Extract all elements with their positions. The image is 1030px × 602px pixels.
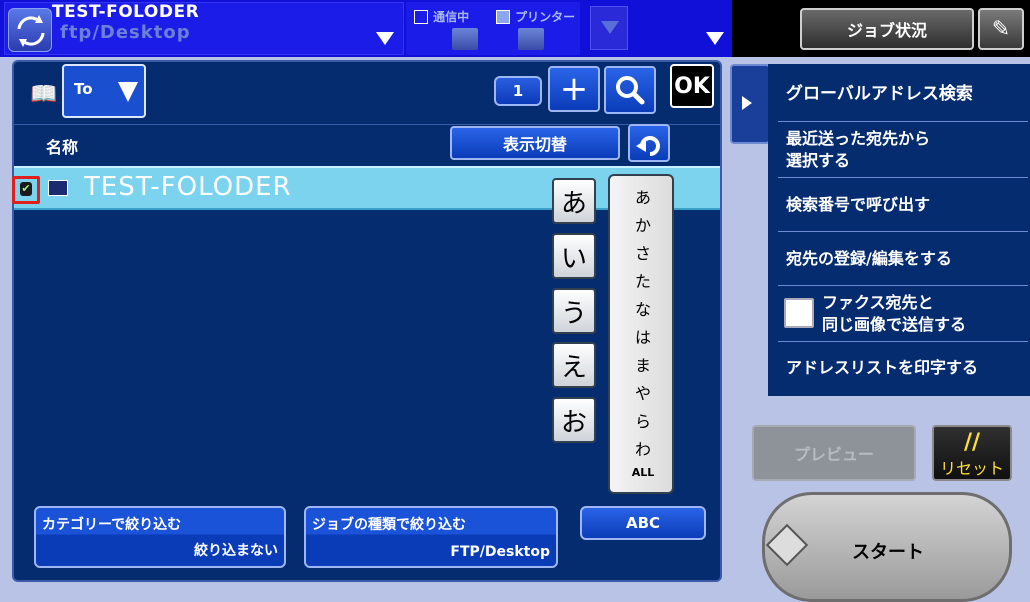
search-button[interactable] — [604, 66, 656, 114]
kana-key-e[interactable]: え — [552, 342, 596, 388]
fax-same-checkbox[interactable] — [784, 298, 814, 328]
side-item-register[interactable]: 宛先の登録/編集をする — [778, 232, 1028, 286]
undo-icon — [636, 136, 660, 156]
preview-button[interactable]: プレビュー — [752, 425, 916, 481]
kana-key-a[interactable]: あ — [552, 178, 596, 224]
kana-row-ma[interactable]: ま — [610, 352, 676, 376]
printer-icon — [518, 28, 544, 50]
side-item-print-list[interactable]: アドレスリストを印字する — [778, 342, 1028, 394]
category-filter-value: 絞り込まない — [194, 543, 278, 559]
job-status-button[interactable]: ジョブ状況 — [800, 8, 974, 50]
kana-row-ra[interactable]: ら — [610, 408, 676, 432]
start-label: スタート — [852, 542, 924, 563]
side-item-recent[interactable]: 最近送った宛先から 選択する — [778, 122, 1028, 178]
search-icon — [616, 76, 645, 105]
reset-button[interactable]: // リセット — [932, 425, 1012, 481]
status-comm: 通信中 — [414, 6, 469, 25]
abc-button[interactable]: ABC — [580, 506, 706, 540]
reset-label: リセット — [939, 459, 1004, 478]
chevron-down-icon[interactable] — [706, 32, 724, 45]
address-type-label: To — [74, 80, 93, 98]
kana-row-sa[interactable]: さ — [610, 240, 676, 264]
kana-row-selector[interactable]: あ か さ た な は ま や ら わ ALL — [608, 174, 674, 494]
job-type-filter-title: ジョブの種類で絞り込む — [312, 517, 466, 533]
ok-button[interactable]: OK — [670, 64, 714, 108]
kana-row-wa[interactable]: わ — [610, 436, 676, 460]
column-name: 名称 — [46, 138, 79, 157]
status-comm-check-icon — [414, 9, 428, 24]
kana-row-na[interactable]: な — [610, 296, 676, 320]
view-toggle-button[interactable]: 表示切替 — [450, 126, 620, 160]
kana-row-ha[interactable]: は — [610, 324, 676, 348]
side-item-fax-same[interactable]: ファクス宛先と 同じ画像で送信する — [778, 286, 1028, 342]
status-comm-label: 通信中 — [433, 10, 470, 24]
job-type-filter-value: FTP/Desktop — [450, 544, 550, 560]
add-button[interactable]: + — [548, 66, 600, 112]
address-book-icon: 📖 — [30, 82, 58, 107]
status-printer: プリンター — [496, 6, 575, 25]
kana-key-i[interactable]: い — [552, 233, 596, 279]
plus-icon: + — [559, 69, 589, 109]
kana-row-ya[interactable]: や — [610, 380, 676, 404]
check-icon: ✔ — [20, 182, 32, 196]
kana-row-ta[interactable]: た — [610, 268, 676, 292]
help-button[interactable]: ✎ — [978, 8, 1024, 50]
destination-sub: ftp/Desktop — [60, 22, 191, 43]
help-icon: ✎ — [991, 16, 1011, 42]
job-type-filter-button[interactable]: ジョブの種類で絞り込む FTP/Desktop — [304, 506, 558, 568]
kana-row-ka[interactable]: か — [610, 212, 676, 236]
kana-row-a[interactable]: あ — [610, 184, 676, 208]
chevron-down-icon — [118, 82, 138, 102]
category-filter-button[interactable]: カテゴリーで絞り込む 絞り込まない — [34, 506, 286, 568]
comm-icon — [452, 28, 478, 50]
side-item-global-search[interactable]: グローバルアドレス検索 — [778, 66, 1028, 122]
play-icon — [742, 96, 752, 110]
destination-title: TEST-FOLODER — [52, 2, 200, 22]
kana-row-all[interactable]: ALL — [610, 466, 676, 479]
status-dropdown[interactable] — [590, 6, 628, 50]
side-item-search-number[interactable]: 検索番号で呼び出す — [778, 178, 1028, 232]
ftp-folder-icon — [48, 180, 68, 196]
list-item-name: TEST-FOLODER — [84, 172, 292, 202]
undo-button[interactable] — [628, 124, 670, 162]
status-printer-label: プリンター — [515, 10, 576, 24]
reset-icon: // — [963, 430, 981, 455]
status-printer-check-icon — [496, 9, 510, 24]
selected-count: 1 — [494, 76, 542, 106]
chevron-down-icon[interactable] — [376, 32, 394, 45]
destination-swap-icon[interactable] — [8, 8, 52, 52]
kana-key-u[interactable]: う — [552, 288, 596, 334]
category-filter-title: カテゴリーで絞り込む — [42, 517, 182, 533]
kana-key-o[interactable]: お — [552, 397, 596, 443]
